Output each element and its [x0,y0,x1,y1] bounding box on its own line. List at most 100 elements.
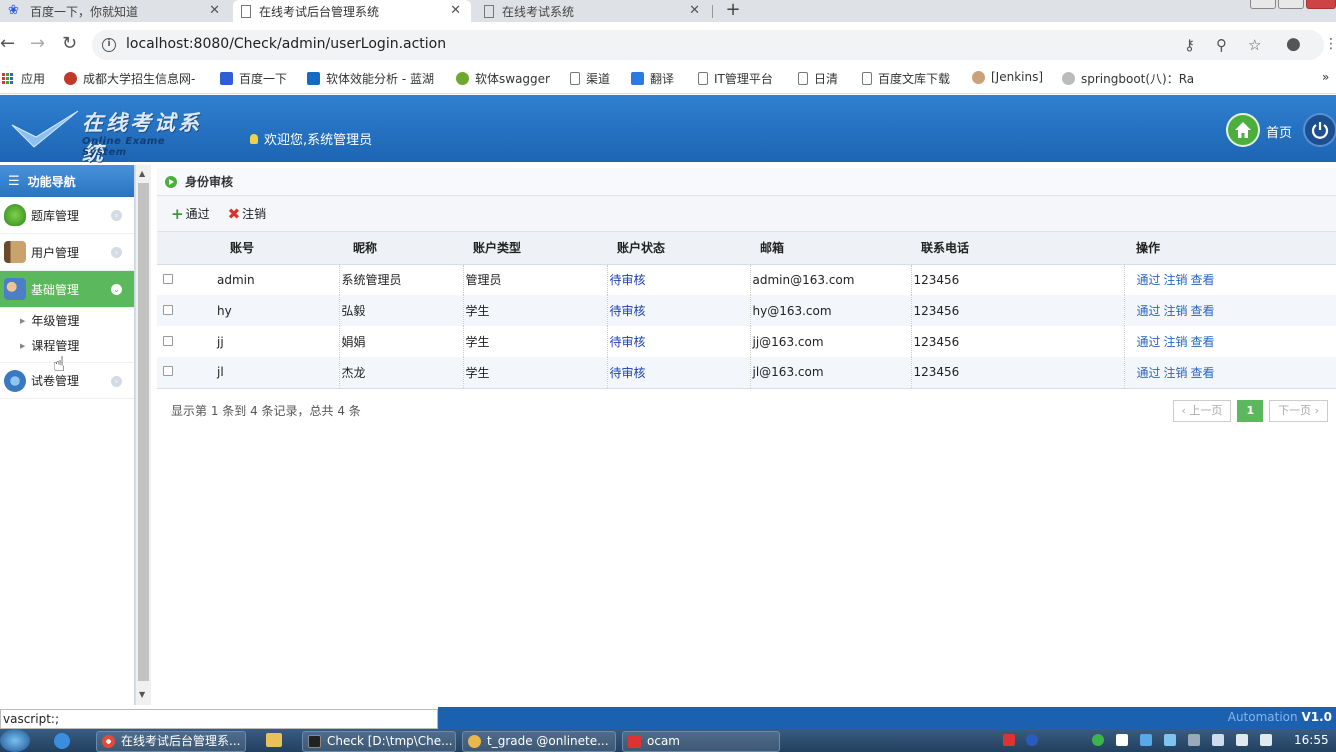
zoom-icon[interactable]: ⚲ [1216,36,1227,54]
browser-tab-admin[interactable]: 在线考试后台管理系统 ✕ [233,0,471,22]
scrollbar-thumb[interactable] [138,183,149,681]
action-deregister-link[interactable]: 注销 [1164,366,1188,380]
action-approve-link[interactable]: 通过 [1137,304,1161,318]
status-link[interactable]: 待审核 [610,304,646,318]
taskbar-item-navicat[interactable]: t_grade @onlinete... [462,731,616,752]
next-page-button[interactable]: 下一页 › [1269,400,1328,422]
row-checkbox[interactable] [163,304,173,315]
page-1-button[interactable]: 1 [1237,400,1264,422]
table-row[interactable]: admin 系统管理员 管理员 待审核 admin@163.com 123456… [157,264,1336,295]
tray-device-icon[interactable] [1188,734,1200,746]
action-view-link[interactable]: 查看 [1191,304,1215,318]
omnibox[interactable]: i localhost:8080/Check/admin/userLogin.a… [92,30,1324,60]
tray-app-icon[interactable] [1164,734,1176,746]
back-arrow-icon[interactable]: ← [0,34,15,54]
row-checkbox[interactable] [163,366,173,377]
menu-dots-icon[interactable]: ⋮ [1324,34,1336,54]
status-link[interactable]: 待审核 [610,273,646,287]
row-checkbox-cell[interactable] [157,357,177,389]
column-header-email[interactable]: 邮箱 [750,232,911,265]
taskbar-item-chrome[interactable]: 在线考试后台管理系... [96,731,246,752]
prev-page-button[interactable]: ‹ 上一页 [1172,400,1232,422]
sidebar-item-basic[interactable]: 基础管理 ⌄ [0,271,134,308]
folder-icon[interactable] [266,733,282,747]
start-button[interactable] [0,729,30,752]
tray-usb-icon[interactable] [1212,734,1224,746]
bookmark-apps[interactable]: 应用 [2,70,45,87]
bookmark-item[interactable]: 软体效能分析 - 蓝湖 [307,70,434,87]
browser-tab-exam[interactable]: 在线考试系统 ✕ [476,0,710,22]
action-approve-link[interactable]: 通过 [1137,273,1161,287]
row-checkbox[interactable] [163,273,173,284]
ie-icon[interactable] [54,733,70,749]
profile-avatar-icon[interactable]: ● [1286,34,1301,54]
sidebar-item-users[interactable]: 用户管理 › [0,234,134,271]
table-row[interactable]: jj 娟娟 学生 待审核 jj@163.com 123456 通过 注销 查看 [157,326,1336,357]
sidebar-item-question-bank[interactable]: 题库管理 › [0,197,134,234]
deregister-button[interactable]: ✖ 注销 [228,205,267,223]
bookmark-item[interactable]: IT管理平台 [698,70,773,87]
taskbar-item-ocam[interactable]: ocam [622,731,780,752]
maximize-button[interactable] [1278,0,1304,9]
action-view-link[interactable]: 查看 [1191,366,1215,380]
status-link[interactable]: 待审核 [610,366,646,380]
taskbar-item-idea[interactable]: Check [D:\tmp\Che... [302,731,456,752]
star-icon[interactable]: ☆ [1248,36,1261,54]
tray-volume-icon[interactable] [1260,734,1272,746]
close-tab-icon[interactable]: ✕ [689,3,700,18]
tray-shield-icon[interactable] [1140,734,1152,746]
home-button[interactable] [1226,113,1260,147]
bookmarks-overflow-icon[interactable]: » [1322,70,1329,84]
minimize-button[interactable] [1250,0,1276,9]
bookmark-item[interactable]: 百度文库下载 [862,70,950,87]
scroll-up-icon[interactable]: ▲ [139,169,145,178]
column-header-nickname[interactable]: 昵称 [339,232,463,265]
action-approve-link[interactable]: 通过 [1137,366,1161,380]
browser-tab-baidu[interactable]: ❀ 百度一下，你就知道 ✕ [0,0,230,22]
forward-arrow-icon[interactable]: → [30,34,45,54]
key-icon[interactable]: ⚷ [1184,36,1195,54]
bookmark-item[interactable]: 成都大学招生信息网- [64,70,195,87]
column-header-phone[interactable]: 联系电话 [911,232,1124,265]
bookmark-item[interactable]: 日清 [798,70,838,87]
home-link[interactable]: 首页 [1266,122,1292,141]
sidebar-subitem-grade[interactable]: ▶ 年级管理 [0,308,134,333]
sidebar-subitem-course[interactable]: ▶ 课程管理 [0,333,134,358]
tray-help-icon[interactable] [1026,734,1038,746]
logout-button[interactable] [1303,113,1336,147]
bookmark-item[interactable]: 百度一下 [220,70,287,87]
action-view-link[interactable]: 查看 [1191,273,1215,287]
bookmark-item[interactable]: 软体swagger [456,70,550,87]
bookmark-item[interactable]: 渠道 [570,70,610,87]
row-checkbox-cell[interactable] [157,295,177,326]
tray-wechat-icon[interactable] [1092,734,1104,746]
action-deregister-link[interactable]: 注销 [1164,304,1188,318]
url-text[interactable]: localhost:8080/Check/admin/userLogin.act… [126,36,446,52]
row-checkbox[interactable] [163,335,173,346]
close-tab-icon[interactable]: ✕ [209,3,220,18]
new-tab-plus-icon[interactable]: + [724,0,742,22]
sidebar-scrollbar[interactable]: ▲ ▼ [135,165,151,705]
reload-icon[interactable]: ↻ [62,34,77,54]
row-checkbox-cell[interactable] [157,326,177,357]
action-view-link[interactable]: 查看 [1191,335,1215,349]
tray-bluetooth-icon[interactable] [1116,734,1128,746]
info-icon[interactable]: i [102,38,116,52]
sidebar-item-papers[interactable]: 试卷管理 › [0,362,134,399]
table-row[interactable]: hy 弘毅 学生 待审核 hy@163.com 123456 通过 注销 查看 [157,295,1336,326]
table-row[interactable]: jl 杰龙 学生 待审核 jl@163.com 123456 通过 注销 查看 [157,357,1336,389]
tray-sogou-icon[interactable] [1003,734,1015,746]
scroll-down-icon[interactable]: ▼ [139,690,145,699]
bookmark-item[interactable]: springboot(八)：Ra [1062,70,1197,87]
status-link[interactable]: 待审核 [610,335,646,349]
column-header-account[interactable]: 账号 [215,232,339,265]
taskbar-clock[interactable]: 16:55 [1294,733,1329,747]
tray-network-icon[interactable] [1236,734,1248,746]
approve-button[interactable]: + 通过 [171,205,210,223]
close-window-button[interactable] [1306,0,1336,9]
close-tab-icon[interactable]: ✕ [450,3,461,18]
column-header-status[interactable]: 账户状态 [607,232,750,265]
action-deregister-link[interactable]: 注销 [1164,335,1188,349]
row-checkbox-cell[interactable] [157,264,177,295]
bookmark-item[interactable]: 翻译 [631,70,674,87]
